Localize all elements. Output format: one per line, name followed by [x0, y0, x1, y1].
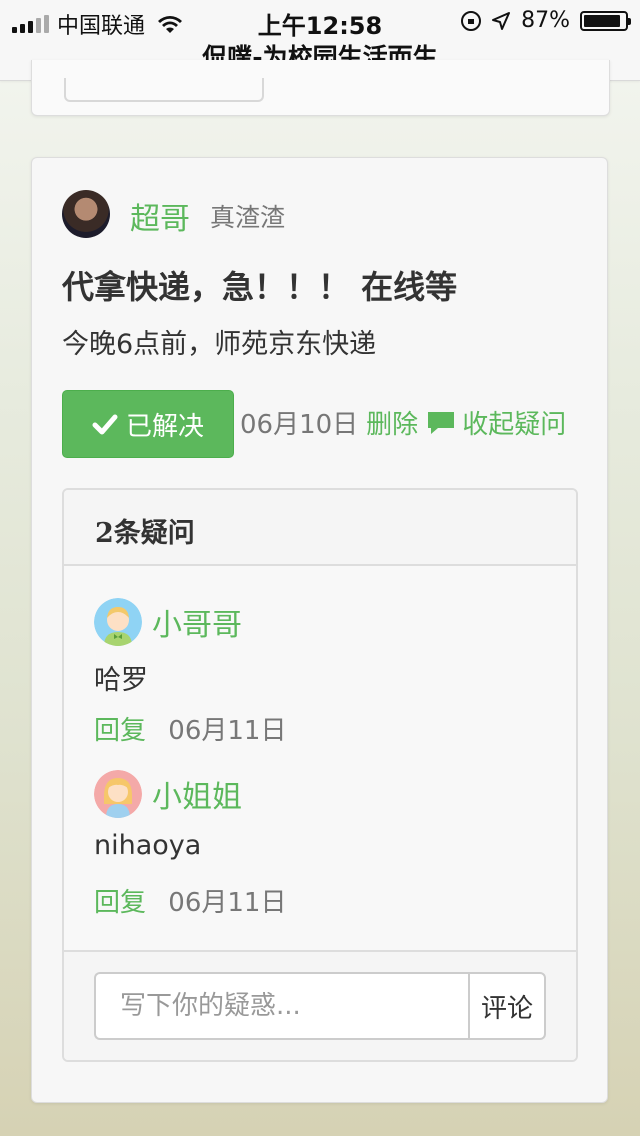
status-right: 87% [461, 8, 631, 33]
post-meta: 06月10日 删除 收起疑问 [240, 404, 566, 441]
questions-heading: 2条疑问 [64, 490, 576, 566]
question-input[interactable] [94, 972, 468, 1040]
location-icon [492, 11, 511, 30]
boy-avatar-icon[interactable] [94, 598, 142, 646]
author-signature: 真渣渣 [210, 203, 286, 232]
orientation-lock-icon [461, 10, 482, 31]
battery-percent: 87% [521, 8, 570, 33]
solved-label: 已解决 [125, 411, 204, 442]
post-body: 今晚6点前，师苑京东快递 [62, 329, 377, 360]
questions-panel: 2条疑问 小哥哥 哈罗 回复 06月11日 小姐姐 nihaoya 回复 06月… [62, 488, 578, 1062]
reply-link[interactable]: 回复 [94, 888, 146, 918]
comment-form: 评论 [64, 950, 576, 1060]
previous-post-button[interactable] [64, 78, 264, 102]
comment-icon [428, 411, 455, 434]
girl-avatar-icon[interactable] [94, 770, 142, 818]
author-name[interactable]: 超哥 [130, 194, 190, 238]
comment-text: nihaoya [94, 830, 202, 861]
post-date: 06月10日 [240, 410, 359, 440]
comment-input-group: 评论 [94, 972, 546, 1040]
author-avatar[interactable] [62, 190, 110, 238]
submit-comment-button[interactable]: 评论 [468, 972, 546, 1040]
battery-icon [580, 10, 631, 31]
post-card: 超哥 真渣渣 代拿快递，急！！！ 在线等 今晚6点前，师苑京东快递 已解决 06… [31, 157, 608, 1103]
comment-author[interactable]: 小姐姐 [152, 772, 242, 816]
comment-author[interactable]: 小哥哥 [152, 600, 242, 644]
comment-actions: 回复 06月11日 [94, 882, 286, 919]
post-title: 代拿快递，急！！！ 在线等 [62, 268, 458, 306]
collapse-questions-link[interactable]: 收起疑问 [462, 404, 566, 441]
delete-link[interactable]: 删除 [366, 404, 418, 441]
comment-date: 06月11日 [168, 716, 287, 746]
comment-text: 哈罗 [94, 665, 148, 696]
solved-button[interactable]: 已解决 [62, 390, 234, 458]
previous-post-card [31, 60, 610, 116]
comment-date: 06月11日 [168, 888, 287, 918]
comment-actions: 回复 06月11日 [94, 710, 286, 747]
check-icon [92, 414, 118, 435]
reply-link[interactable]: 回复 [94, 716, 146, 746]
